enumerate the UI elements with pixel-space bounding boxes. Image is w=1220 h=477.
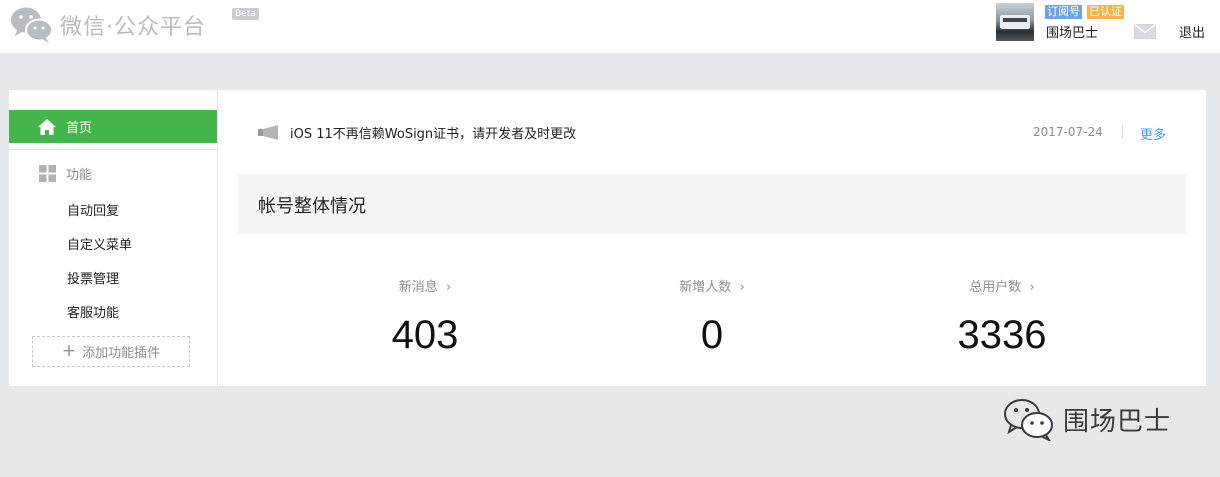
avatar[interactable]: [996, 3, 1034, 41]
more-link[interactable]: 更多: [1140, 124, 1166, 143]
account-name[interactable]: 围场巴士: [1046, 22, 1098, 41]
sidebar-item-home[interactable]: 首页: [9, 110, 217, 143]
megaphone-icon: [258, 125, 278, 140]
sidebar-item-label: 首页: [66, 121, 93, 136]
sidebar-item-custom-menu[interactable]: 自定义菜单: [67, 234, 132, 253]
stat-label-link[interactable]: 总用户数 ›: [902, 276, 1102, 295]
chevron-right-icon: ›: [1025, 280, 1035, 295]
stat-label-link[interactable]: 新增人数 ›: [612, 276, 812, 295]
chevron-right-icon: ›: [735, 280, 745, 295]
stat-value: 3336: [957, 313, 1047, 357]
home-icon: [38, 118, 56, 135]
stat-new-messages: 新消息 › 403: [325, 276, 525, 358]
add-plugin-button[interactable]: + 添加功能插件: [32, 336, 190, 367]
verified-badge: 已认证: [1087, 5, 1124, 19]
account-overview-header: 帐号整体情况: [238, 174, 1186, 234]
watermark-text: 围场巴士: [1063, 406, 1172, 437]
watermark: 围场巴士: [1003, 397, 1171, 441]
wechat-logo-icon: [11, 7, 53, 43]
sidebar: 首页 功能 自动回复 自定义菜单 投票管理 客服功能 + 添加功能插件: [9, 90, 218, 386]
divider: [1122, 125, 1123, 138]
logo-text: 微信·公众平台: [60, 15, 206, 40]
subscription-badge: 订阅号: [1045, 5, 1082, 19]
chevron-right-icon: ›: [441, 280, 452, 295]
grid-icon: [39, 165, 56, 182]
notice-bar[interactable]: iOS 11不再信赖WoSign证书，请开发者及时更改: [258, 123, 576, 142]
sidebar-item-auto-reply[interactable]: 自动回复: [67, 200, 119, 219]
mail-icon[interactable]: [1134, 24, 1156, 39]
stat-value: 403: [391, 313, 459, 357]
top-header: 微信·公众平台 Beta 订阅号 已认证 围场巴士 退出: [0, 0, 1220, 54]
divider: [9, 149, 217, 150]
stat-label: 新消息: [398, 280, 438, 295]
sidebar-item-customer-service[interactable]: 客服功能: [67, 302, 119, 321]
wechat-logo-icon: [1004, 399, 1053, 441]
notice-text: iOS 11不再信赖WoSign证书，请开发者及时更改: [290, 127, 577, 142]
stat-label-link[interactable]: 新消息 ›: [325, 276, 525, 295]
stat-label: 新增人数: [679, 280, 732, 295]
plus-icon: +: [61, 341, 77, 361]
stat-total-users: 总用户数 › 3336: [902, 276, 1102, 358]
sidebar-section-label: 功能: [66, 168, 93, 183]
stat-new-followers: 新增人数 › 0: [612, 276, 812, 358]
beta-badge: Beta: [232, 8, 259, 20]
stat-label: 总用户数: [969, 280, 1022, 295]
logout-link[interactable]: 退出: [1179, 22, 1205, 41]
add-plugin-label: 添加功能插件: [82, 346, 161, 361]
stat-value: 0: [700, 313, 724, 357]
section-title: 帐号整体情况: [258, 196, 366, 217]
main-panel: iOS 11不再信赖WoSign证书，请开发者及时更改 2017-07-24 更…: [218, 90, 1206, 386]
sidebar-section-features: 功能: [39, 164, 92, 183]
notice-date: 2017-07-24: [1033, 125, 1103, 139]
logo[interactable]: 微信·公众平台: [10, 5, 206, 45]
sidebar-item-vote-management[interactable]: 投票管理: [67, 268, 119, 287]
